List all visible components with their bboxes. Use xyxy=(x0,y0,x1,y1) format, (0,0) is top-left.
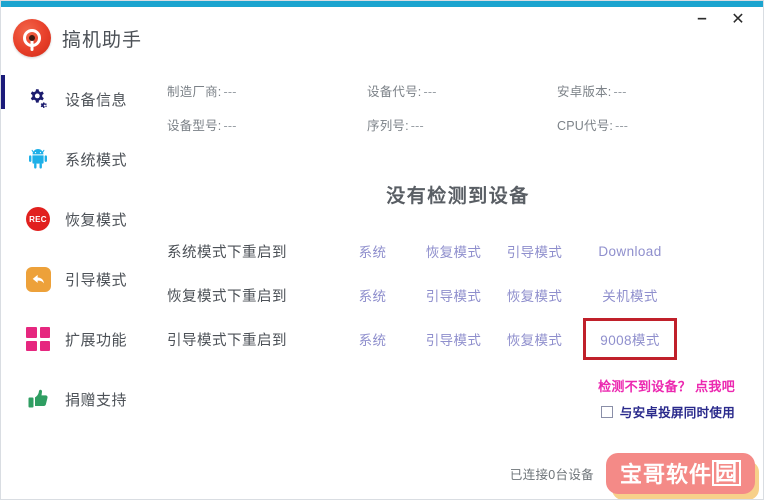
active-indicator xyxy=(1,75,5,109)
row-links: 系统 恢复模式 引导模式 Download xyxy=(317,241,753,261)
title-accent-bar xyxy=(1,1,763,7)
reboot-action-rows: 系统模式下重启到 系统 恢复模式 引导模式 Download 恢复模式下重启到 … xyxy=(167,229,753,361)
device-not-detected-link[interactable]: 检测不到设备？ 点我吧 xyxy=(598,376,735,395)
thumbs-up-icon xyxy=(25,386,51,412)
watermark-badge: 宝哥软件园 xyxy=(605,452,755,494)
sidebar-item-boot-mode[interactable]: 引导模式 xyxy=(1,249,151,309)
brand: 搞机助手 xyxy=(13,19,142,57)
sidebar-item-label: 扩展功能 xyxy=(65,331,128,349)
reboot-link-bootloader[interactable]: 引导模式 xyxy=(426,329,482,349)
screen-mirror-checkbox-row[interactable]: 与安卓投屏同时使用 xyxy=(600,402,735,421)
field-key: 序列号: xyxy=(367,119,409,133)
sidebar: 设备信息 系统模式 REC 恢复模式 引导模式 扩展功能 捐赠支持 xyxy=(1,69,151,499)
gear-icon xyxy=(25,86,51,112)
rec-icon: REC xyxy=(25,206,51,232)
device-info-codename: 设备代号: --- xyxy=(367,81,557,115)
reboot-link-recovery[interactable]: 恢复模式 xyxy=(426,241,482,261)
reboot-link-recovery[interactable]: 恢复模式 xyxy=(507,329,563,349)
close-button[interactable]: ✕ xyxy=(727,9,749,31)
sidebar-item-system-mode[interactable]: 系统模式 xyxy=(1,129,151,189)
field-key: 设备型号: xyxy=(167,119,222,133)
row-label: 系统模式下重启到 xyxy=(167,244,287,261)
watermark-boxed-char: 园 xyxy=(711,459,741,486)
connected-devices-status: 已连接0台设备 xyxy=(509,467,594,482)
field-value: --- xyxy=(223,85,237,99)
sidebar-item-label: 系统模式 xyxy=(65,151,128,169)
status-bar: 已连接0台设备 宝哥软件园 xyxy=(1,447,763,499)
reboot-link-poweroff[interactable]: 关机模式 xyxy=(602,285,658,305)
device-info-android-version: 安卓版本: --- xyxy=(557,81,747,115)
device-info-grid: 制造厂商: --- 设备代号: --- 安卓版本: --- 设备型号: --- 序列号:… xyxy=(167,81,747,149)
row-label: 恢复模式下重启到 xyxy=(167,288,287,305)
reboot-link-bootloader[interactable]: 引导模式 xyxy=(507,241,563,261)
back-arrow-icon xyxy=(25,266,51,292)
reboot-link-system[interactable]: 系统 xyxy=(359,285,387,305)
row-label: 引导模式下重启到 xyxy=(167,332,287,349)
reboot-link-recovery[interactable]: 恢复模式 xyxy=(507,285,563,305)
reboot-row-from-system: 系统模式下重启到 系统 恢复模式 引导模式 Download xyxy=(167,229,753,273)
app-window: – ✕ 搞机助手 设备信息 系统模式 REC 恢复模式 引导模式 扩展功能 捐赠… xyxy=(0,0,764,500)
app-logo-icon xyxy=(13,19,51,57)
highlight-annotation-box: 9008模式 xyxy=(583,318,677,360)
sidebar-item-recovery-mode[interactable]: REC 恢复模式 xyxy=(1,189,151,249)
device-info-manufacturer: 制造厂商: --- xyxy=(167,81,367,115)
grid-icon xyxy=(25,326,51,352)
watermark-text: 宝哥软件 xyxy=(619,461,712,487)
window-controls: – ✕ xyxy=(691,7,757,33)
device-info-serial: 序列号: --- xyxy=(367,115,557,149)
row-links: 系统 引导模式 恢复模式 关机模式 xyxy=(317,285,753,305)
sidebar-item-label: 引导模式 xyxy=(65,271,128,289)
reboot-link-9008[interactable]: 9008模式 xyxy=(600,329,659,349)
field-key: 设备代号: xyxy=(367,85,422,99)
reboot-row-from-bootloader: 引导模式下重启到 系统 引导模式 恢复模式 9008模式 xyxy=(167,317,753,361)
sidebar-item-extensions[interactable]: 扩展功能 xyxy=(1,309,151,369)
field-value: --- xyxy=(223,119,237,133)
app-title: 搞机助手 xyxy=(62,29,143,51)
field-key: CPU代号: xyxy=(557,119,614,133)
sidebar-item-device-info[interactable]: 设备信息 xyxy=(1,69,151,129)
row-links: 系统 引导模式 恢复模式 9008模式 xyxy=(317,318,753,360)
screen-mirror-checkbox[interactable] xyxy=(600,405,613,418)
reboot-link-download[interactable]: Download xyxy=(598,244,661,259)
reboot-row-from-recovery: 恢复模式下重启到 系统 引导模式 恢复模式 关机模式 xyxy=(167,273,753,317)
device-info-cpu: CPU代号: --- xyxy=(557,115,747,149)
sidebar-item-label: 恢复模式 xyxy=(65,211,128,229)
screen-mirror-checkbox-label: 与安卓投屏同时使用 xyxy=(619,406,735,420)
main-panel: 制造厂商: --- 设备代号: --- 安卓版本: --- 设备型号: --- 序列号:… xyxy=(151,69,763,499)
reboot-link-bootloader[interactable]: 引导模式 xyxy=(426,285,482,305)
field-key: 制造厂商: xyxy=(167,85,222,99)
field-value: --- xyxy=(615,119,629,133)
field-value: --- xyxy=(423,85,437,99)
field-value: --- xyxy=(613,85,627,99)
device-info-model: 设备型号: --- xyxy=(167,115,367,149)
reboot-link-system[interactable]: 系统 xyxy=(359,241,387,261)
sidebar-item-label: 设备信息 xyxy=(65,91,128,109)
reboot-link-system[interactable]: 系统 xyxy=(359,329,387,349)
minimize-button[interactable]: – xyxy=(691,6,713,34)
sidebar-item-donate[interactable]: 捐赠支持 xyxy=(1,369,151,429)
no-device-headline: 没有检测到设备 xyxy=(386,186,530,207)
android-icon xyxy=(25,146,51,172)
field-value: --- xyxy=(410,119,424,133)
sidebar-item-label: 捐赠支持 xyxy=(65,391,128,409)
field-key: 安卓版本: xyxy=(557,85,612,99)
